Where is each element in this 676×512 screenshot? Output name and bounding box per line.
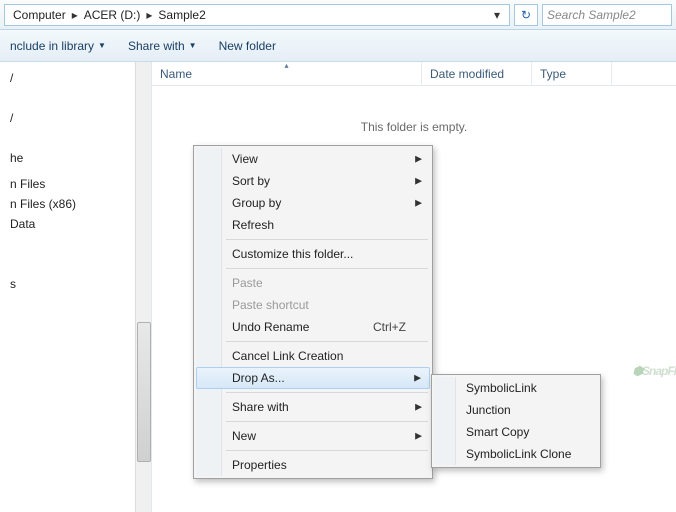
refresh-icon: ↻: [521, 8, 531, 22]
sidebar-item[interactable]: s: [6, 274, 151, 294]
column-type[interactable]: Type: [532, 62, 612, 85]
breadcrumb-folder[interactable]: Sample2: [154, 8, 209, 22]
menu-refresh[interactable]: Refresh: [196, 214, 430, 236]
column-name-label: Name: [160, 67, 192, 81]
shortcut-label: Ctrl+Z: [373, 320, 406, 334]
sidebar-item[interactable]: Data: [6, 214, 151, 234]
menu-sort-by[interactable]: Sort by▶: [196, 170, 430, 192]
submenu-junction[interactable]: Junction: [434, 399, 598, 421]
drop-as-submenu: SymbolicLink Junction Smart Copy Symboli…: [431, 374, 601, 468]
dropdown-icon: ▼: [189, 41, 197, 50]
share-with-button[interactable]: Share with ▼: [128, 39, 197, 53]
breadcrumb-computer[interactable]: Computer: [9, 8, 70, 22]
sort-ascending-icon: ▴: [284, 61, 288, 70]
search-input[interactable]: Search Sample2: [542, 4, 672, 26]
menu-paste: Paste: [196, 272, 430, 294]
menu-group-by[interactable]: Group by▶: [196, 192, 430, 214]
new-folder-button[interactable]: New folder: [219, 39, 276, 53]
breadcrumb[interactable]: Computer ▸ ACER (D:) ▸ Sample2 ▾: [4, 4, 510, 26]
breadcrumb-drive[interactable]: ACER (D:): [80, 8, 145, 22]
include-label: nclude in library: [10, 39, 94, 53]
column-headers: Name ▴ Date modified Type: [152, 62, 676, 86]
menu-cancel-link[interactable]: Cancel Link Creation: [196, 345, 430, 367]
empty-folder-message: This folder is empty.: [152, 120, 676, 134]
navigation-sidebar: / / he n Files n Files (x86) Data s: [0, 62, 152, 512]
menu-separator: [226, 421, 428, 422]
menu-separator: [226, 450, 428, 451]
menu-new[interactable]: New▶: [196, 425, 430, 447]
menu-separator: [226, 239, 428, 240]
submenu-arrow-icon: ▶: [415, 198, 422, 209]
submenu-smart-copy[interactable]: Smart Copy: [434, 421, 598, 443]
search-placeholder: Search Sample2: [547, 8, 636, 22]
submenu-symboliclink-clone[interactable]: SymbolicLink Clone: [434, 443, 598, 465]
sidebar-item[interactable]: /: [6, 68, 151, 88]
menu-separator: [226, 341, 428, 342]
menu-view[interactable]: View▶: [196, 148, 430, 170]
submenu-symboliclink[interactable]: SymbolicLink: [434, 377, 598, 399]
menu-separator: [226, 392, 428, 393]
include-in-library-button[interactable]: nclude in library ▼: [10, 39, 106, 53]
submenu-arrow-icon: ▶: [415, 154, 422, 165]
context-menu: View▶ Sort by▶ Group by▶ Refresh Customi…: [193, 145, 433, 479]
sidebar-scrollbar[interactable]: [135, 62, 151, 512]
submenu-arrow-icon: ▶: [415, 431, 422, 442]
toolbar: nclude in library ▼ Share with ▼ New fol…: [0, 30, 676, 62]
menu-share-with[interactable]: Share with▶: [196, 396, 430, 418]
menu-separator: [226, 268, 428, 269]
menu-undo-rename[interactable]: Undo RenameCtrl+Z: [196, 316, 430, 338]
menu-properties[interactable]: Properties: [196, 454, 430, 476]
column-date[interactable]: Date modified: [422, 62, 532, 85]
refresh-button[interactable]: ↻: [514, 4, 538, 26]
scrollbar-thumb[interactable]: [137, 322, 151, 462]
sidebar-item[interactable]: /: [6, 108, 151, 128]
column-name[interactable]: Name ▴: [152, 62, 422, 85]
submenu-arrow-icon: ▶: [415, 176, 422, 187]
submenu-arrow-icon: ▶: [415, 402, 422, 413]
dropdown-icon: ▼: [98, 41, 106, 50]
sidebar-item[interactable]: he: [6, 148, 151, 168]
submenu-arrow-icon: ▶: [414, 373, 421, 384]
chevron-right-icon[interactable]: ▸: [70, 8, 80, 22]
chevron-right-icon[interactable]: ▸: [144, 8, 154, 22]
menu-customize[interactable]: Customize this folder...: [196, 243, 430, 265]
menu-drop-as[interactable]: Drop As...▶: [196, 367, 430, 389]
sidebar-item[interactable]: n Files: [6, 174, 151, 194]
address-dropdown-icon[interactable]: ▾: [489, 8, 505, 22]
newfolder-label: New folder: [219, 39, 276, 53]
address-bar: Computer ▸ ACER (D:) ▸ Sample2 ▾ ↻ Searc…: [0, 0, 676, 30]
share-label: Share with: [128, 39, 185, 53]
menu-paste-shortcut: Paste shortcut: [196, 294, 430, 316]
sidebar-item[interactable]: n Files (x86): [6, 194, 151, 214]
